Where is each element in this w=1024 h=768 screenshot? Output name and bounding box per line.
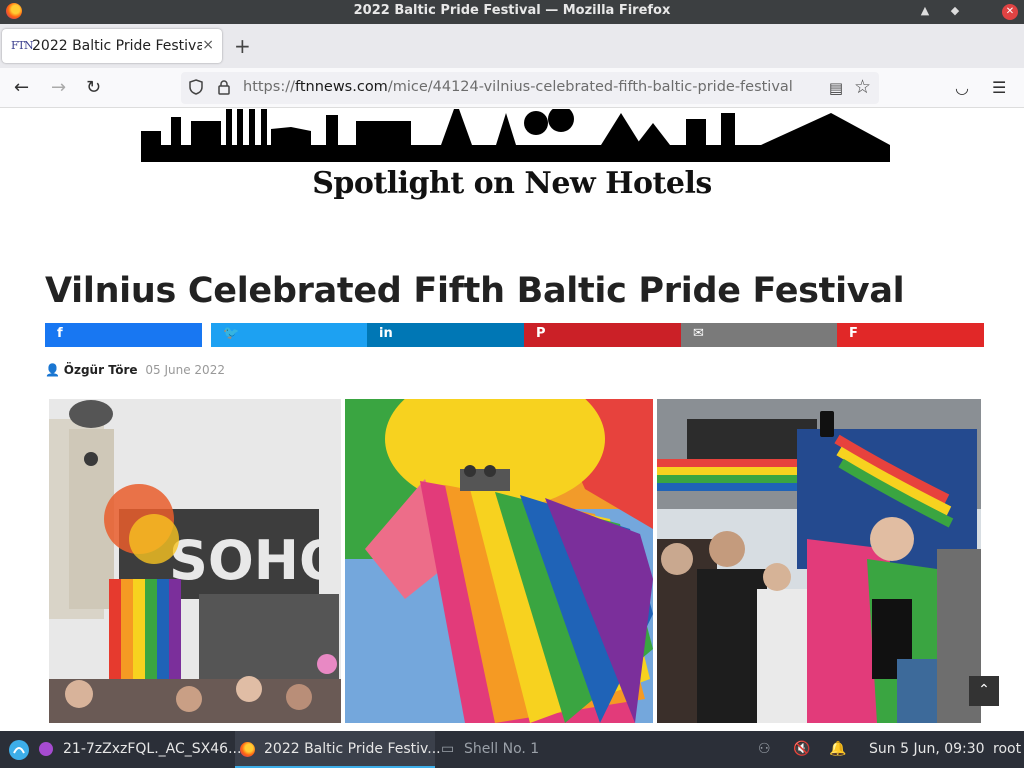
image-viewer-icon (39, 742, 53, 756)
volume-muted-icon[interactable]: 🔇 (793, 741, 810, 757)
svg-text:SOHO: SOHO (169, 529, 341, 592)
taskbar-item-firefox[interactable]: 2022 Baltic Pride Festiv... (264, 741, 441, 757)
app-menu-icon[interactable]: ☰ (992, 78, 1006, 97)
pocket-icon[interactable]: ◡ (955, 78, 969, 97)
window-titlebar: 2022 Baltic Pride Festival — Mozilla Fir… (0, 0, 1024, 24)
share-linkedin-button[interactable]: in (367, 323, 524, 347)
network-icon[interactable]: ⚇ (758, 741, 771, 757)
kde-icon[interactable] (8, 739, 30, 761)
author-icon: 👤 (45, 363, 60, 377)
share-pinterest-button[interactable]: P (524, 323, 681, 347)
url-text[interactable]: https://ftnnews.com/mice/44124-vilnius-c… (243, 79, 793, 95)
photo-parade-float[interactable]: SOHO (49, 399, 341, 723)
navigation-toolbar: ← → ↻ https://ftnnews.com/mice/44124-vil… (0, 68, 1024, 108)
user-name: root (993, 741, 1022, 757)
url-prefix: https:// (243, 79, 295, 95)
scroll-to-top-button[interactable]: ⌃ (969, 676, 999, 706)
banner-text[interactable]: Spotlight on New Hotels (0, 166, 1024, 201)
window-title: 2022 Baltic Pride Festival — Mozilla Fir… (353, 3, 671, 18)
notifications-bell-icon[interactable]: 🔔 (829, 741, 846, 757)
taskbar-item-image[interactable]: 21-7zZxzFQL._AC_SX46... (63, 741, 241, 757)
bookmark-star-icon[interactable]: ☆ (854, 76, 871, 98)
taskbar-item-shell[interactable]: Shell No. 1 (464, 741, 539, 757)
url-bar[interactable]: https://ftnnews.com/mice/44124-vilnius-c… (181, 72, 879, 104)
reader-view-icon[interactable]: ▤ (829, 79, 843, 97)
web-page: Spotlight on New Hotels Vilnius Celebrat… (0, 109, 1024, 731)
ftn-favicon-icon: FTN (11, 39, 34, 52)
url-host: ftnnews.com (294, 79, 388, 95)
share-twitter-button[interactable]: 🐦 (211, 323, 368, 347)
tab-label: 2022 Baltic Pride Festival (32, 38, 202, 54)
photo-parade-selfie[interactable] (657, 399, 981, 723)
url-path: /mice/44124-vilnius-celebrated-fifth-bal… (387, 79, 793, 95)
photo-balloon-flag[interactable] (345, 399, 653, 723)
email-icon: ✉ (693, 326, 704, 341)
clock[interactable]: Sun 5 Jun, 09:30 (869, 741, 985, 757)
tab-baltic-pride[interactable]: FTN 2022 Baltic Pride Festival × (2, 29, 222, 63)
city-skyline-banner (141, 109, 890, 162)
firefox-icon (240, 742, 255, 757)
close-window-icon[interactable]: ✕ (1002, 4, 1018, 20)
flipboard-icon: F (849, 326, 858, 341)
reload-button[interactable]: ↻ (86, 77, 101, 98)
article-headline: Vilnius Celebrated Fifth Baltic Pride Fe… (45, 271, 905, 311)
taskbar: 21-7zZxzFQL._AC_SX46... 2022 Baltic Prid… (0, 731, 1024, 768)
minimize-icon[interactable]: ▲ (916, 2, 934, 20)
new-tab-button[interactable]: + (234, 34, 251, 58)
forward-button[interactable]: → (51, 77, 66, 98)
close-tab-icon[interactable]: × (202, 37, 214, 53)
share-email-button[interactable]: ✉ (681, 323, 838, 347)
facebook-icon: f (57, 326, 63, 341)
share-flipboard-button[interactable]: F (837, 323, 984, 347)
author-name[interactable]: Özgür Töre (64, 363, 138, 377)
article-byline: 👤 Özgür Töre 05 June 2022 (45, 363, 225, 377)
terminal-icon: ▭ (441, 741, 455, 757)
back-button[interactable]: ← (14, 77, 29, 98)
share-facebook-button[interactable]: f (45, 323, 202, 347)
twitter-icon: 🐦 (223, 326, 240, 341)
pinterest-icon: P (536, 326, 546, 341)
publish-date: 05 June 2022 (145, 363, 225, 377)
lock-icon[interactable] (217, 79, 231, 95)
linkedin-icon: in (379, 326, 393, 341)
maximize-icon[interactable]: ◆ (946, 2, 964, 20)
tracking-shield-icon[interactable] (189, 79, 203, 95)
tab-strip: FTN 2022 Baltic Pride Festival × + (0, 24, 1024, 68)
